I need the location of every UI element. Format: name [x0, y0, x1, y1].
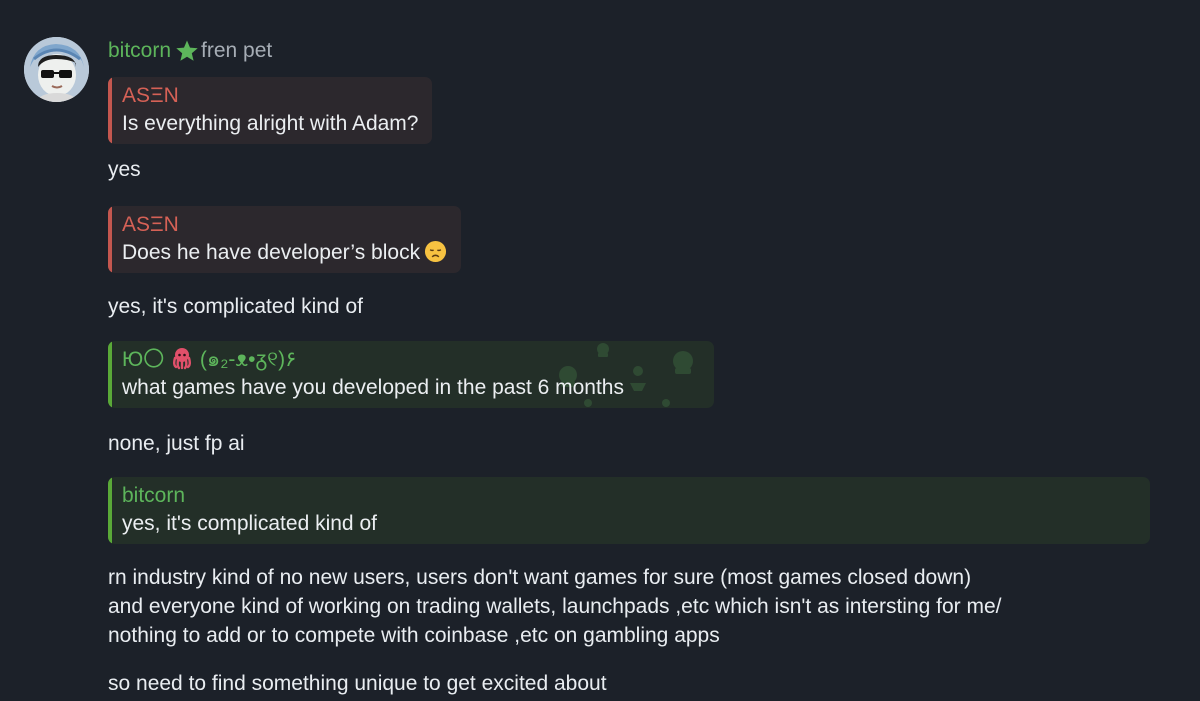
- reply-text: Is everything alright with Adam?: [122, 112, 419, 135]
- member-rank: fren pet: [201, 39, 273, 62]
- message-text: yes, it's complicated kind of: [108, 295, 363, 318]
- reply-author: ASΞN: [122, 213, 179, 236]
- reply-author-suffix: (๑₂-ᴥ•ᵹ୧)۶: [194, 348, 297, 371]
- avatar-image: [24, 37, 89, 102]
- message-header: bitcorn fren pet: [108, 36, 1168, 66]
- disappointed-face-icon: [424, 240, 447, 263]
- reply-author-row: Ю〇 (๑₂-ᴥ•ᵹ୧)۶: [122, 346, 700, 374]
- message-text: so need to find something unique to get …: [108, 672, 607, 695]
- reply-author: bitcorn: [122, 484, 186, 507]
- avatar[interactable]: [24, 37, 89, 102]
- message-group: bitcorn fren pet ASΞN Is everything alri…: [108, 36, 1168, 698]
- reply-text: what games have you developed in the pas…: [122, 376, 624, 399]
- reply-author: ASΞN: [122, 84, 179, 107]
- message-paragraph: rn industry kind of no new users, users …: [108, 563, 1168, 650]
- message-text: and everyone kind of working on trading …: [108, 595, 1002, 618]
- message-text: rn industry kind of no new users, users …: [108, 566, 972, 589]
- reply-text-row: Does he have developer’s block: [122, 239, 447, 267]
- reply-quote[interactable]: Ю〇 (๑₂-ᴥ•ᵹ୧)۶ what games have you develo…: [108, 341, 714, 408]
- star-icon: [175, 39, 199, 63]
- message-text: none, just fp ai: [108, 432, 245, 455]
- reply-quote[interactable]: ASΞN Is everything alright with Adam?: [108, 77, 433, 144]
- message-text: nothing to add or to compete with coinba…: [108, 624, 720, 647]
- octopus-icon: [170, 346, 194, 370]
- message-text: yes: [108, 158, 141, 181]
- reply-quote[interactable]: bitcorn yes, it's complicated kind of: [108, 477, 1150, 544]
- reply-quote[interactable]: ASΞN Does he have developer’s block: [108, 206, 462, 273]
- sender-name[interactable]: bitcorn: [108, 39, 171, 63]
- reply-text: Does he have developer’s block: [122, 241, 421, 264]
- chat-view: bitcorn fren pet ASΞN Is everything alri…: [0, 0, 1200, 701]
- reply-author: Ю〇: [122, 348, 171, 371]
- reply-text: yes, it's complicated kind of: [122, 512, 377, 535]
